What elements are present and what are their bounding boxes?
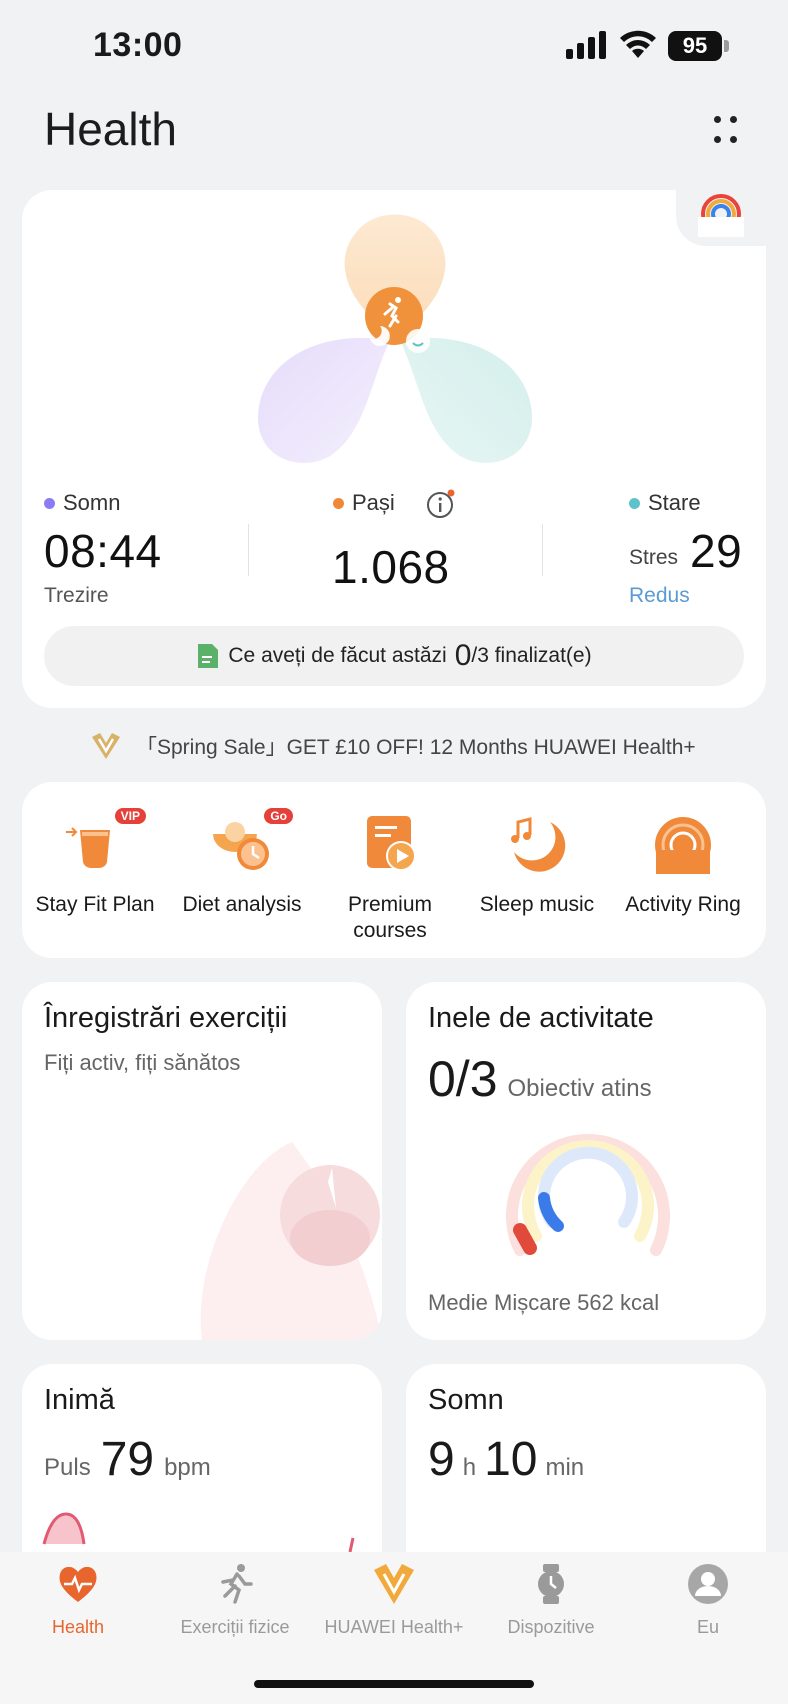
nav-label: Dispozitive — [507, 1617, 595, 1637]
rings-value-row: 0/3 Obiectiv atins — [428, 1050, 652, 1108]
steps-dot-icon — [333, 497, 344, 509]
divider — [542, 524, 543, 576]
divider — [248, 524, 249, 576]
sleep-h-unit: h — [462, 1454, 477, 1481]
vip-icon — [374, 1564, 414, 1604]
activity-rings-chart — [506, 1134, 670, 1256]
status-bar: 13:00 95 — [0, 0, 788, 92]
todo-text: Ce aveți de făcut astăzi — [228, 644, 447, 667]
promo-text: 「Spring Sale」GET £10 OFF! 12 Months HUAW… — [136, 736, 696, 759]
heart-title: Inimă — [44, 1384, 115, 1416]
steps-value[interactable]: 1.068 — [332, 540, 450, 594]
pulse-value: 79 — [100, 1433, 155, 1486]
battery-tip — [724, 40, 729, 52]
info-icon[interactable] — [426, 489, 456, 519]
status-time: 13:00 — [93, 26, 183, 64]
signal-icon — [566, 31, 606, 59]
sleep-music-icon — [504, 812, 570, 878]
stress-value[interactable]: 29 — [690, 524, 742, 578]
todo-done: 0 — [454, 639, 472, 672]
health-flower-chart[interactable] — [250, 208, 540, 468]
nav-health[interactable]: Health — [0, 1562, 163, 1638]
quick-action-premium-courses[interactable]: Premium courses — [315, 812, 465, 944]
stress-prefix: Stres — [629, 546, 679, 569]
sleep-hours: 9 — [428, 1433, 455, 1486]
quick-action-sleep-music[interactable]: Sleep music — [462, 812, 612, 918]
mood-metric-label: Stare — [629, 490, 701, 516]
watch-icon — [538, 1564, 564, 1604]
sleep-duration-row: 9 h 10 min — [428, 1432, 584, 1487]
sleep-dot-icon — [44, 497, 55, 509]
quick-action-label: Stay Fit Plan — [35, 893, 155, 916]
quick-action-label: Premium courses — [347, 893, 432, 942]
promo-banner[interactable]: 「Spring Sale」GET £10 OFF! 12 Months HUAW… — [90, 728, 696, 764]
nav-label: Eu — [696, 1617, 720, 1637]
quick-action-stay-fit-plan[interactable]: VIP Stay Fit Plan — [20, 808, 170, 918]
rainbow-ring-icon[interactable] — [688, 190, 768, 242]
activity-ring-icon — [650, 812, 716, 878]
vip-tag: VIP — [114, 808, 146, 824]
health-app-screen: 13:00 95 Health Somn 08:44 Trezire Pași … — [0, 0, 788, 1704]
nav-label: Exerciții fizice — [180, 1617, 290, 1637]
nav-label: Health — [51, 1617, 105, 1637]
avatar-icon — [688, 1564, 728, 1604]
exercise-title: Înregistrări exerciții — [44, 1002, 288, 1034]
page-title: Health — [44, 103, 177, 155]
quick-action-activity-ring[interactable]: Activity Ring — [608, 812, 758, 918]
diet-icon: Go — [209, 808, 293, 878]
sleep-sub: Trezire — [44, 584, 109, 607]
home-indicator — [254, 1680, 534, 1688]
heart-icon — [59, 1566, 97, 1602]
sleep-metric-label: Somn — [44, 490, 120, 516]
vip-badge-icon — [92, 733, 120, 759]
exercise-records-card[interactable] — [22, 982, 382, 1340]
pulse-unit: bpm — [164, 1454, 211, 1481]
todo-total: /3 finalizat(e) — [471, 644, 592, 667]
courses-icon — [357, 812, 423, 878]
mood-label-text: Stare — [648, 490, 701, 515]
nav-health-plus[interactable]: HUAWEI Health+ — [309, 1562, 479, 1638]
nav-exercise[interactable]: Exerciții fizice — [150, 1562, 320, 1638]
quick-action-label: Activity Ring — [625, 893, 741, 916]
rings-value: 0/3 — [428, 1051, 498, 1107]
sleep-min-unit: min — [545, 1454, 585, 1481]
stress-level: Redus — [629, 584, 690, 607]
nav-label: HUAWEI Health+ — [324, 1617, 464, 1637]
wifi-icon — [620, 30, 656, 58]
exercise-sub: Fiți activ, fiți sănătos — [44, 1050, 241, 1075]
steps-label-text: Pași — [352, 490, 395, 515]
quick-action-label: Sleep music — [479, 893, 595, 916]
battery-icon: 95 — [668, 31, 730, 61]
rings-unit: Obiectiv atins — [507, 1075, 652, 1102]
steps-metric-label: Pași — [333, 490, 395, 516]
nav-devices[interactable]: Dispozitive — [466, 1562, 636, 1638]
quick-action-diet-analysis[interactable]: Go Diet analysis — [167, 808, 317, 918]
more-options-button[interactable] — [702, 108, 746, 152]
exercise-illustration — [200, 1142, 382, 1340]
pulse-prefix: Puls — [44, 1454, 91, 1481]
sleep-tile-title: Somn — [428, 1384, 504, 1416]
todo-bar[interactable]: Ce aveți de făcut astăzi 0/3 finalizat(e… — [44, 626, 744, 686]
running-icon — [221, 1564, 253, 1604]
go-tag: Go — [264, 808, 293, 824]
battery-level: 95 — [668, 31, 722, 61]
sleep-minutes: 10 — [484, 1433, 538, 1486]
heart-value-row: Puls 79 bpm — [44, 1432, 211, 1487]
mood-dot-icon — [629, 497, 640, 509]
rings-footer: Medie Mișcare 562 kcal — [428, 1290, 660, 1315]
sleep-label-text: Somn — [63, 490, 121, 515]
rings-title: Inele de activitate — [428, 1002, 654, 1034]
document-icon — [198, 644, 219, 668]
nav-me[interactable]: Eu — [623, 1562, 788, 1638]
fit-plan-icon: VIP — [62, 808, 146, 878]
quick-action-label: Diet analysis — [182, 893, 302, 916]
sleep-value[interactable]: 08:44 — [44, 524, 162, 578]
